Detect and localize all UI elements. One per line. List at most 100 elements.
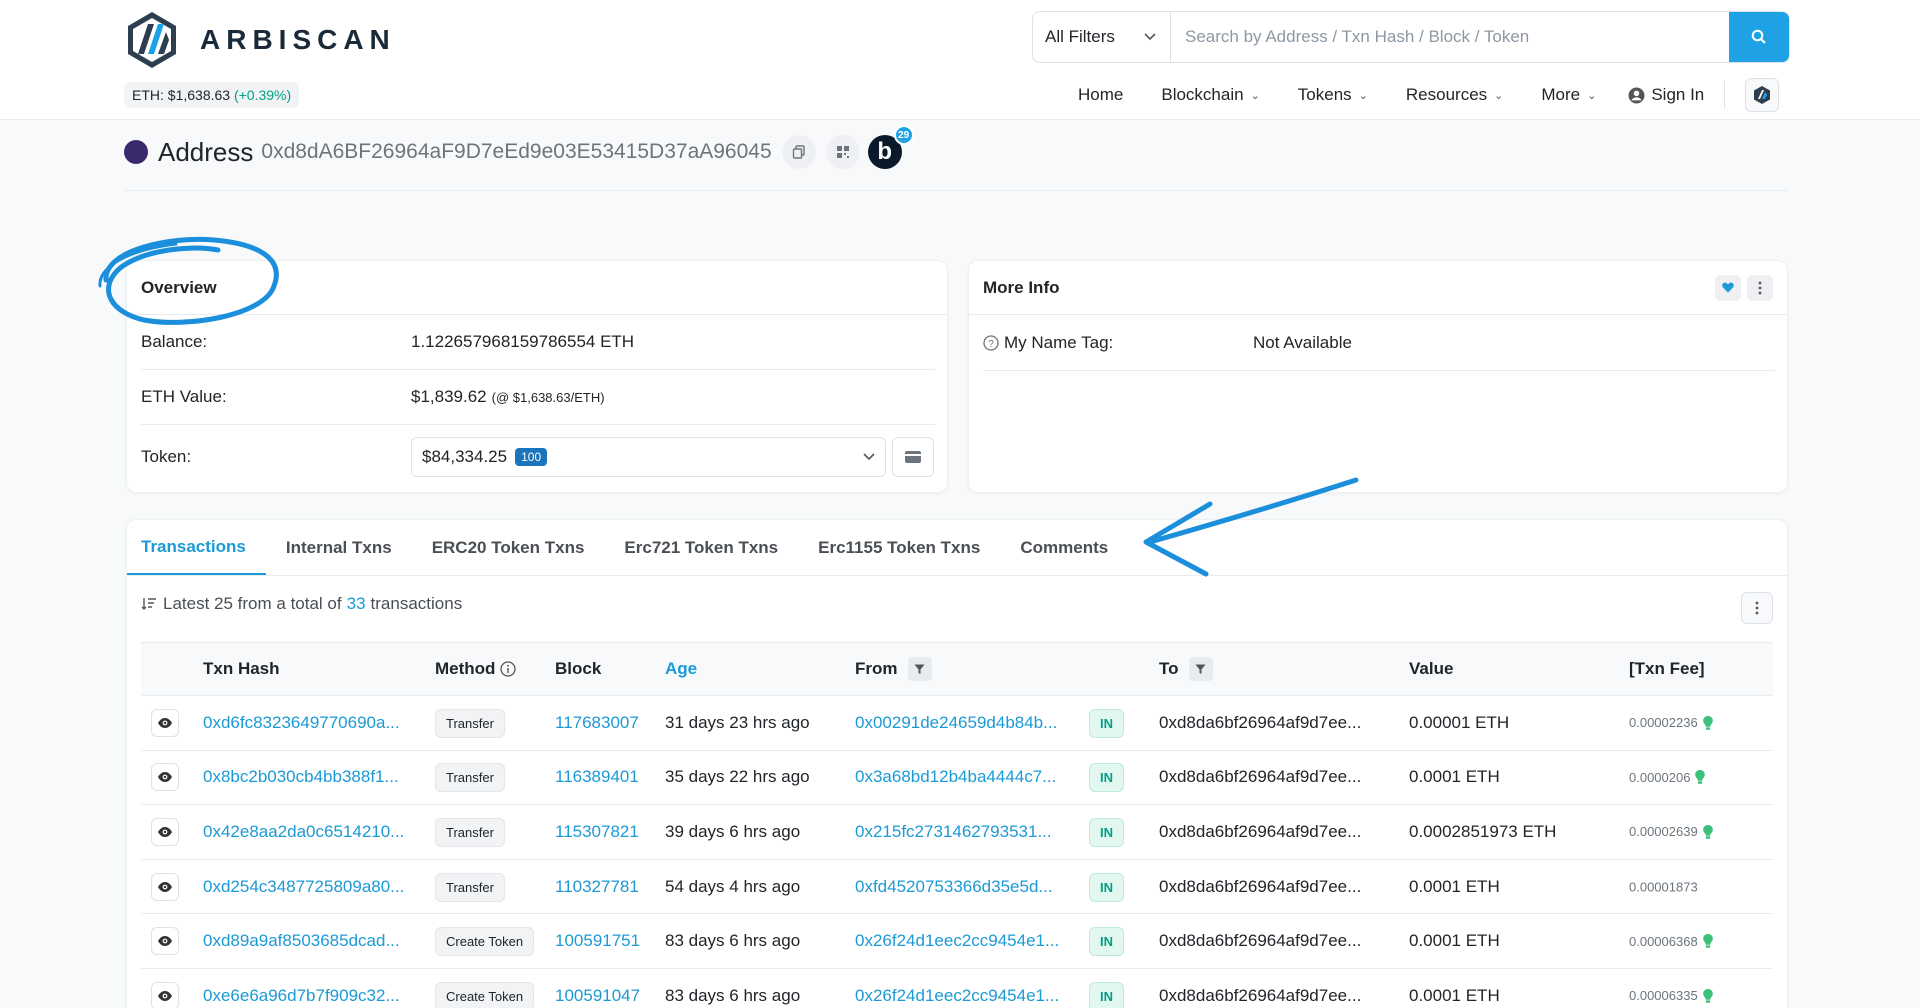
chevron-down-icon: ⌄ — [1250, 89, 1260, 102]
blockscan-chat-button[interactable]: b 29 — [867, 125, 914, 169]
gas-bulb-icon — [1702, 824, 1713, 839]
txn-hash-link[interactable]: 0xe6e6a96d7b7f909c32... — [203, 986, 400, 1006]
from-address-link[interactable]: 0x26f24d1eec2cc9454e1... — [855, 931, 1059, 951]
filter-from-button[interactable] — [907, 657, 932, 681]
more-options-button[interactable] — [1747, 274, 1773, 301]
value-cell: 0.0002851973 ETH — [1409, 821, 1557, 841]
txn-hash-link[interactable]: 0x42e8aa2da0c6514210... — [203, 822, 404, 842]
txn-hash-link[interactable]: 0xd89a9af8503685dcad... — [203, 931, 400, 951]
to-address: 0xd8da6bf26964af9d7ee... — [1159, 821, 1362, 841]
block-link[interactable]: 100591047 — [555, 986, 640, 1006]
view-details-button[interactable] — [151, 763, 179, 792]
fee-value: 0.00002639 — [1629, 824, 1698, 840]
age-cell: 83 days 6 hrs ago — [665, 931, 801, 951]
view-details-button[interactable] — [151, 817, 179, 846]
question-circle-icon[interactable]: ? — [983, 334, 999, 351]
tab-transactions[interactable]: Transactions — [127, 520, 266, 575]
brand-logo[interactable]: ARBISCAN — [124, 10, 396, 70]
name-tag-label: My Name Tag: — [1004, 332, 1114, 352]
tab-erc721-token-txns[interactable]: Erc721 Token Txns — [610, 520, 798, 575]
age-cell: 54 days 4 hrs ago — [665, 876, 801, 896]
copy-address-button[interactable] — [781, 135, 816, 169]
svg-text:?: ? — [988, 339, 994, 350]
tab-comments[interactable]: Comments — [1006, 520, 1128, 575]
method-badge: Transfer — [435, 763, 505, 793]
kebab-icon — [1755, 601, 1759, 615]
from-address-link[interactable]: 0x3a68bd12b4ba4444c7... — [855, 767, 1056, 787]
nav-resources[interactable]: Resources ⌄ — [1406, 85, 1503, 105]
from-address-link[interactable]: 0x215fc2731462793531... — [855, 822, 1052, 842]
eye-icon — [158, 717, 172, 728]
nav-more[interactable]: More ⌄ — [1541, 85, 1596, 105]
fee-cell: 0.0000206 — [1629, 769, 1706, 785]
view-details-button[interactable] — [151, 927, 179, 956]
col-from: From — [855, 657, 932, 681]
gas-bulb-icon — [1702, 988, 1713, 1003]
page-title: Address — [158, 136, 254, 167]
heart-icon — [1722, 282, 1734, 293]
overview-card: Overview Balance: 1.122657968159786554 E… — [126, 260, 948, 493]
brand-name: ARBISCAN — [200, 24, 396, 55]
from-address-link[interactable]: 0x00291de24659d4b84b... — [855, 713, 1057, 733]
favorite-button[interactable] — [1715, 274, 1741, 301]
eye-icon — [158, 772, 172, 783]
tab-internal-txns[interactable]: Internal Txns — [272, 520, 412, 575]
filter-to-button[interactable] — [1188, 657, 1213, 681]
view-details-button[interactable] — [151, 708, 179, 737]
info-icon[interactable] — [500, 661, 517, 677]
divider — [124, 190, 1788, 191]
qr-code-button[interactable] — [825, 135, 860, 169]
nav-tokens[interactable]: Tokens ⌄ — [1298, 85, 1368, 105]
sign-in-link[interactable]: Sign In — [1628, 85, 1704, 105]
table-header: Txn Hash Method Block Age From To Value … — [141, 642, 1773, 696]
token-wallet-button[interactable] — [892, 437, 934, 477]
eth-value-row: ETH Value: $1,839.62 (@ $1,638.63/ETH) — [141, 370, 935, 425]
token-holdings-dropdown[interactable]: $84,334.25 100 — [411, 437, 886, 477]
search-input[interactable] — [1171, 12, 1729, 62]
nav-blockchain[interactable]: Blockchain ⌄ — [1161, 85, 1259, 105]
table-row: 0xe6e6a96d7b7f909c32... Create Token 10059… — [141, 969, 1773, 1008]
col-from-label: From — [855, 659, 898, 678]
more-info-card: More Info ? My Name Tag: Not Available — [968, 260, 1788, 493]
block-link[interactable]: 115307821 — [555, 822, 639, 842]
col-method: Method — [435, 659, 517, 679]
view-details-button[interactable] — [151, 872, 179, 901]
txn-hash-link[interactable]: 0xd6fc8323649770690a... — [203, 713, 400, 733]
value-cell: 0.0001 ETH — [1409, 985, 1500, 1005]
txn-hash-link[interactable]: 0xd254c3487725809a80... — [203, 877, 404, 897]
chevron-down-icon: ⌄ — [1358, 89, 1368, 102]
summary-total-link[interactable]: 33 — [347, 594, 366, 614]
eye-icon — [158, 936, 172, 947]
nav-label: Tokens — [1297, 85, 1352, 104]
direction-badge: IN — [1089, 927, 1124, 957]
summary-suffix: transactions — [370, 594, 463, 613]
table-options-button[interactable] — [1741, 592, 1773, 624]
col-method-label: Method — [435, 659, 496, 678]
tab-erc20-token-txns[interactable]: ERC20 Token Txns — [418, 520, 605, 575]
col-age-toggle[interactable]: Age — [665, 659, 697, 679]
name-tag-row: ? My Name Tag: Not Available — [983, 315, 1775, 371]
site-header: ARBISCAN ETH: $1,638.63 (+0.39%) All Fil… — [0, 0, 1920, 120]
transactions-table: Txn Hash Method Block Age From To Value … — [141, 642, 1773, 1008]
nav-label: Blockchain — [1161, 85, 1244, 104]
view-details-button[interactable] — [151, 981, 179, 1008]
block-link[interactable]: 100591751 — [555, 931, 640, 951]
nav-home[interactable]: Home — [1078, 85, 1123, 105]
txn-hash-link[interactable]: 0x8bc2b030cb4bb388f1... — [203, 767, 399, 787]
fee-cell: 0.00002639 — [1629, 824, 1714, 840]
block-link[interactable]: 110327781 — [555, 877, 639, 897]
block-link[interactable]: 116389401 — [555, 767, 639, 787]
address-avatar — [124, 140, 148, 164]
block-link[interactable]: 117683007 — [555, 713, 639, 733]
nav-label: Home — [1078, 85, 1124, 104]
search-button[interactable] — [1729, 12, 1789, 62]
name-tag-value: Not Available — [1253, 332, 1352, 352]
from-address-link[interactable]: 0x26f24d1eec2cc9454e1... — [855, 986, 1059, 1006]
tab-erc1155-token-txns[interactable]: Erc1155 Token Txns — [804, 520, 1000, 575]
method-badge: Transfer — [435, 817, 505, 847]
network-switch-button[interactable] — [1745, 78, 1780, 112]
address-hash: 0xd8dA6BF26964aF9D7eEd9e03E53415D37aA960… — [261, 140, 772, 163]
eth-price-badge[interactable]: ETH: $1,638.63 (+0.39%) — [124, 82, 300, 108]
filter-dropdown[interactable]: All Filters — [1033, 12, 1171, 62]
from-address-link[interactable]: 0xfd4520753366d35e5d... — [855, 877, 1053, 897]
